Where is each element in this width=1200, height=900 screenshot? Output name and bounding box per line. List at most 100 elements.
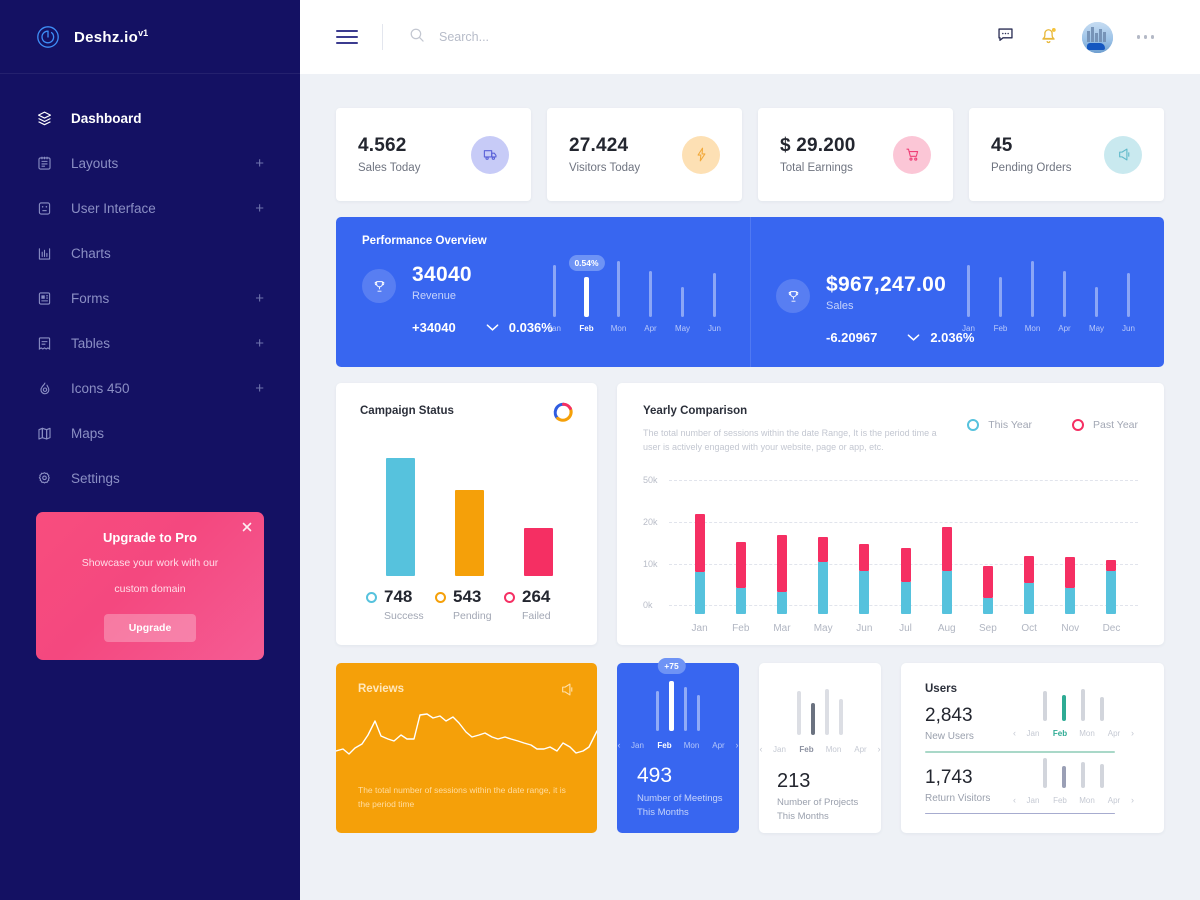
form-icon: [36, 290, 53, 307]
sidebar-item-layouts[interactable]: Layouts +: [0, 141, 300, 186]
chevron-left-icon[interactable]: ‹: [1013, 728, 1016, 738]
chevron-right-icon[interactable]: ›: [736, 740, 739, 750]
legend-dot-past-year: [1072, 419, 1085, 431]
users-card: Users 2,843 New Users 1,743 Return Visit…: [901, 663, 1164, 833]
bar-group-sep: [967, 489, 1008, 614]
month-label-active: Feb: [1052, 728, 1068, 738]
stat-cards: 4.562 Sales Today 27.424 Visitors Today: [336, 108, 1164, 201]
trophy-icon: [776, 279, 810, 313]
mini-bar: [1081, 689, 1085, 721]
bar-group-oct: [1009, 489, 1050, 614]
message-icon[interactable]: [996, 25, 1015, 49]
sidebar-item-settings[interactable]: Settings: [0, 456, 300, 501]
sidebar-label: Forms: [71, 291, 110, 306]
legend-this-year[interactable]: This Year: [967, 419, 1032, 431]
upgrade-button[interactable]: Upgrade: [104, 614, 196, 642]
campaign-bar-pending: [435, 451, 504, 576]
mini-bar: [839, 699, 843, 735]
legend-label: This Year: [988, 419, 1033, 431]
card-title: Campaign Status: [360, 405, 454, 417]
x-tick: Mar: [773, 623, 791, 634]
spark-month: May: [1088, 324, 1105, 333]
campaign-bar-failed: [504, 451, 573, 576]
spark-col: Apr: [1055, 271, 1074, 333]
stat-card-visitors-today[interactable]: 27.424 Visitors Today: [547, 108, 742, 201]
upgrade-subtitle-line1: Showcase your work with our: [81, 557, 219, 569]
power-circle-icon: [36, 25, 60, 49]
campaign-legend-success: 748 Success: [366, 587, 435, 622]
mini-bar: [1043, 758, 1047, 788]
spark-col: May: [1087, 287, 1106, 333]
campaign-value: 543: [453, 587, 482, 606]
stat-card-pending-orders[interactable]: 45 Pending Orders: [969, 108, 1164, 201]
sidebar-item-maps[interactable]: Maps: [0, 411, 300, 456]
yearly-legend: This Year Past Year: [967, 419, 1138, 431]
campaign-bar-success: [366, 451, 435, 576]
projects-label-2: This Months: [777, 811, 829, 822]
y-tick: 0k: [643, 600, 653, 610]
expand-plus[interactable]: +: [255, 201, 264, 216]
search-icon[interactable]: [409, 27, 425, 48]
stat-label: Total Earnings: [780, 162, 853, 174]
expand-plus[interactable]: +: [255, 291, 264, 306]
table-icon: [36, 335, 53, 352]
sidebar-item-dashboard[interactable]: Dashboard: [0, 96, 300, 141]
expand-plus[interactable]: +: [255, 156, 264, 171]
sidebar-item-charts[interactable]: Charts: [0, 231, 300, 276]
stat-card-sales-today[interactable]: 4.562 Sales Today: [336, 108, 531, 201]
y-tick: 50k: [643, 475, 658, 485]
brand[interactable]: Deshz.iov1: [0, 0, 300, 74]
legend-dot-this-year: [967, 419, 980, 431]
bar-group-jun: [844, 489, 885, 614]
spark-col: Mon: [1023, 261, 1042, 333]
legend-past-year[interactable]: Past Year: [1072, 419, 1138, 431]
cart-icon: [893, 135, 931, 174]
status-dot-failed: [504, 591, 515, 603]
chevron-right-icon[interactable]: ›: [1131, 728, 1134, 738]
chevron-left-icon[interactable]: ‹: [1013, 795, 1016, 805]
sidebar-item-icons[interactable]: Icons 450 +: [0, 366, 300, 411]
campaign-name: Failed: [522, 610, 551, 622]
x-tick: Feb: [732, 623, 750, 634]
expand-plus[interactable]: +: [255, 381, 264, 396]
sidebar-label: Maps: [71, 426, 105, 441]
notebook-icon: [36, 155, 53, 172]
card-description: The total number of sessions within the …: [358, 785, 566, 809]
robot-icon: [36, 200, 53, 217]
x-tick: Oct: [1021, 623, 1037, 634]
hamburger-icon[interactable]: [336, 30, 358, 44]
bar-group-dec: [1091, 489, 1132, 614]
spark-col: Mon: [609, 261, 628, 333]
stat-value: 45: [991, 135, 1013, 156]
spark-col: Jan: [959, 265, 978, 333]
panel-title: Performance Overview: [362, 235, 487, 247]
chevron-left-icon[interactable]: ‹: [760, 744, 763, 754]
chevron-right-icon[interactable]: ›: [1131, 795, 1134, 805]
sidebar-item-tables[interactable]: Tables +: [0, 321, 300, 366]
chevron-right-icon[interactable]: ›: [878, 744, 881, 754]
search-input[interactable]: [439, 30, 699, 44]
mini-bar-highlight: [1062, 695, 1066, 721]
month-label: Apr: [712, 740, 725, 750]
expand-plus[interactable]: +: [255, 336, 264, 351]
mini-bar: [1100, 697, 1104, 721]
yearly-comparison-card: Yearly Comparison The total number of se…: [617, 383, 1164, 645]
meetings-sparkline: +75: [617, 658, 739, 731]
performance-overview: Performance Overview 34040 Revenue +3404…: [336, 217, 1164, 367]
stat-card-total-earnings[interactable]: $ 29.200 Total Earnings: [758, 108, 953, 201]
spark-month: Mon: [610, 324, 627, 333]
more-dots-icon[interactable]: [1136, 35, 1154, 39]
sidebar-item-forms[interactable]: Forms +: [0, 276, 300, 321]
sidebar-item-user-interface[interactable]: User Interface +: [0, 186, 300, 231]
user-avatar[interactable]: [1081, 21, 1113, 53]
close-icon[interactable]: [240, 520, 254, 534]
chevron-left-icon[interactable]: ‹: [618, 740, 621, 750]
performance-panel-sales: $967,247.00 Sales -6.20967 2.036% Jan Fe…: [750, 217, 1164, 367]
mini-bar: [797, 691, 801, 735]
spark-col: Feb: [991, 277, 1010, 333]
stat-label: Visitors Today: [569, 162, 641, 174]
brand-name: Deshz.iov1: [74, 27, 149, 46]
month-label: Apr: [1107, 795, 1121, 805]
bell-icon[interactable]: [1039, 24, 1058, 50]
middle-row: Campaign Status 748 Success 543 Pending …: [336, 383, 1164, 645]
